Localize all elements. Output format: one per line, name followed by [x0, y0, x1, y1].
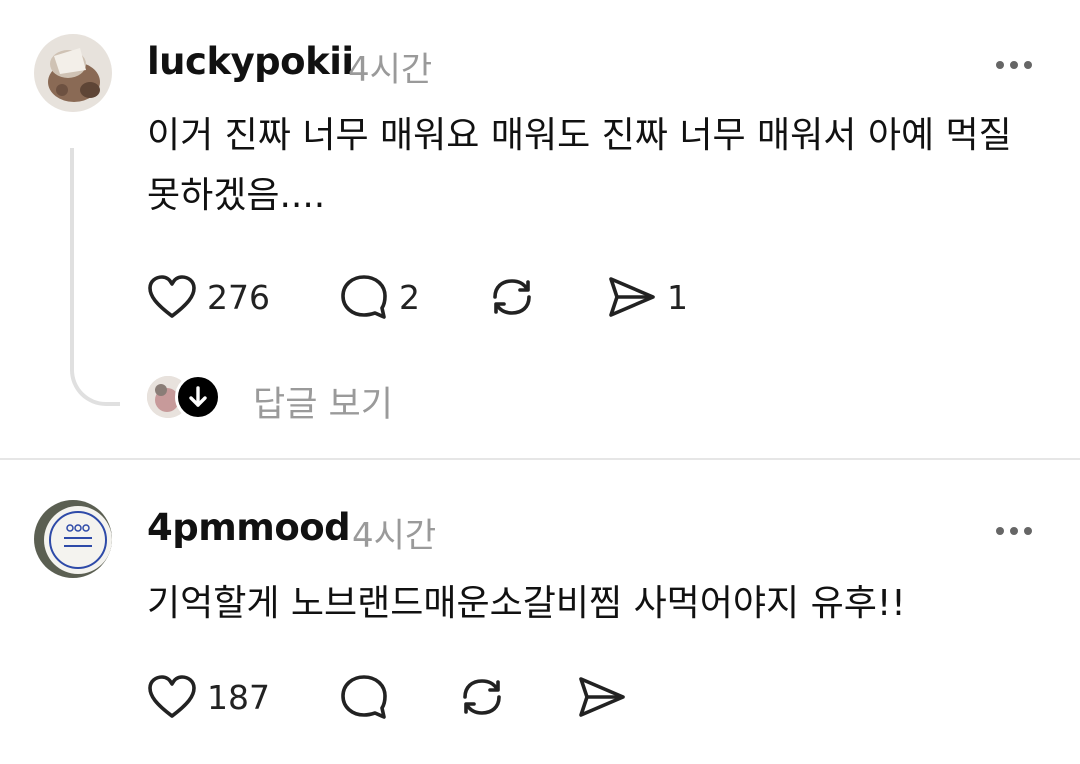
share-button[interactable]: [577, 672, 637, 722]
heart-icon: [147, 274, 197, 320]
reply-button[interactable]: [339, 672, 399, 722]
repost-button[interactable]: [457, 672, 517, 722]
comment-bubble-icon: [339, 673, 389, 721]
thread-connector: [70, 148, 120, 406]
username[interactable]: luckypokii: [147, 40, 354, 83]
like-count: 276: [207, 277, 270, 317]
username[interactable]: 4pmmood: [147, 506, 351, 549]
heart-icon: [147, 674, 197, 720]
share-button[interactable]: 1: [607, 272, 688, 322]
like-count: 187: [207, 677, 270, 717]
like-button[interactable]: 276: [147, 272, 270, 322]
arrow-down-icon: [175, 374, 221, 420]
view-replies-label[interactable]: 답글 보기: [253, 376, 393, 427]
avatar[interactable]: [34, 500, 112, 578]
action-bar: 187: [147, 672, 847, 722]
timestamp: 4시간: [348, 50, 433, 90]
comment-item: luckypokii 4시간 이거 진짜 너무 매워요 매워도 진짜 너무 매워…: [0, 0, 1080, 458]
comment-text: 기억할게 노브랜드매운소갈비찜 사먹어야지 유후!!: [147, 583, 906, 624]
comment-item: 4pmmood 4시간 기억할게 노브랜드매운소갈비찜 사먹어야지 유후!! 1…: [0, 460, 1080, 764]
action-bar: 276 2 1: [147, 272, 847, 322]
reply-count: 2: [399, 277, 420, 317]
reply-button[interactable]: 2: [339, 272, 420, 322]
more-horizontal-icon[interactable]: [994, 522, 1034, 535]
send-icon: [577, 673, 627, 721]
share-count: 1: [667, 277, 688, 317]
comment-text: 이거 진짜 너무 매워요 매워도 진짜 너무 매워서 아예 먹질 못하겠음...…: [147, 115, 1012, 216]
avatar[interactable]: [34, 34, 112, 112]
timestamp: 4시간: [352, 516, 437, 556]
comment-bubble-icon: [339, 273, 389, 321]
more-horizontal-icon[interactable]: [994, 56, 1034, 69]
repost-icon: [487, 273, 537, 321]
like-button[interactable]: 187: [147, 672, 270, 722]
repost-button[interactable]: [487, 272, 547, 322]
repost-icon: [457, 673, 507, 721]
send-icon: [607, 273, 657, 321]
